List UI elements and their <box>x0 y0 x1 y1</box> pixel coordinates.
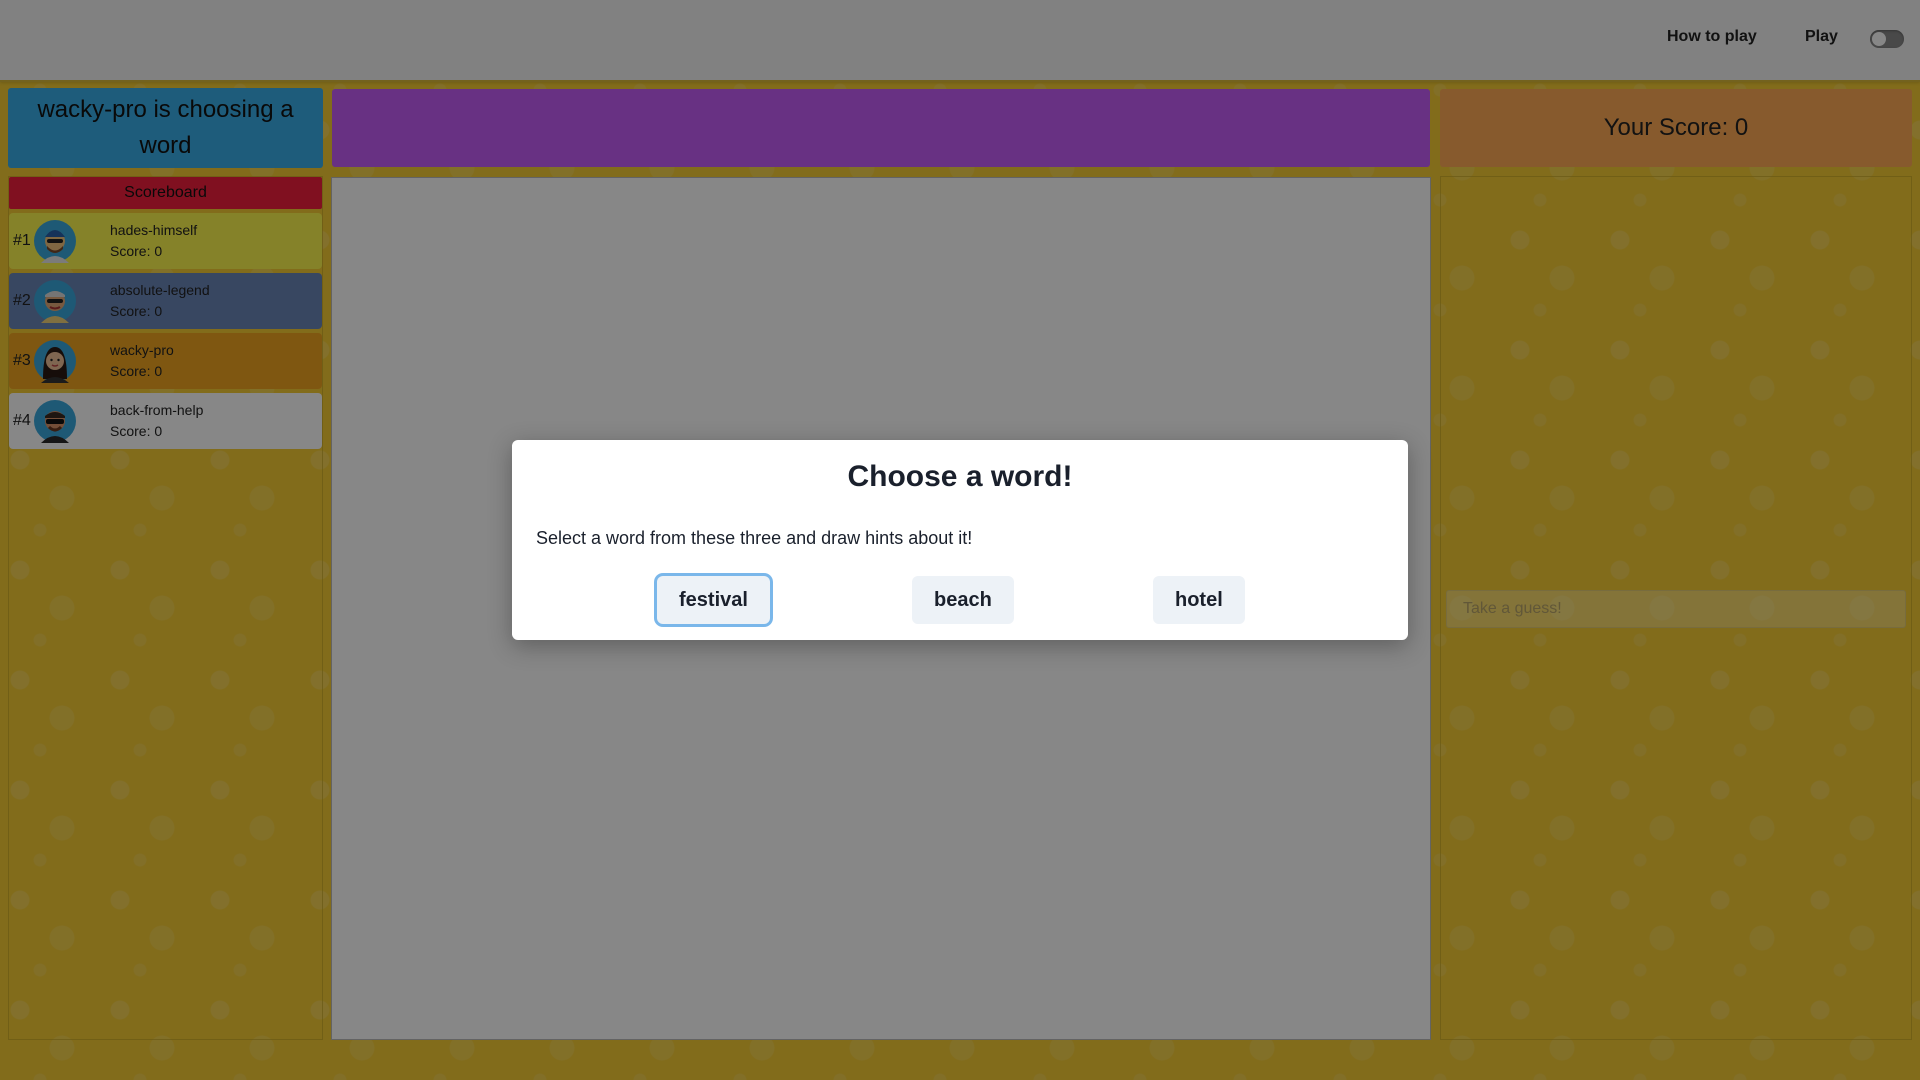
word-option-festival-button[interactable]: festival <box>657 576 770 624</box>
word-option-beach-button[interactable]: beach <box>912 576 1014 624</box>
word-option-hotel-button[interactable]: hotel <box>1153 576 1245 624</box>
choose-word-modal: Choose a word! Select a word from these … <box>512 440 1408 640</box>
modal-title: Choose a word! <box>847 460 1073 493</box>
modal-instructions: Select a word from these three and draw … <box>536 528 973 548</box>
